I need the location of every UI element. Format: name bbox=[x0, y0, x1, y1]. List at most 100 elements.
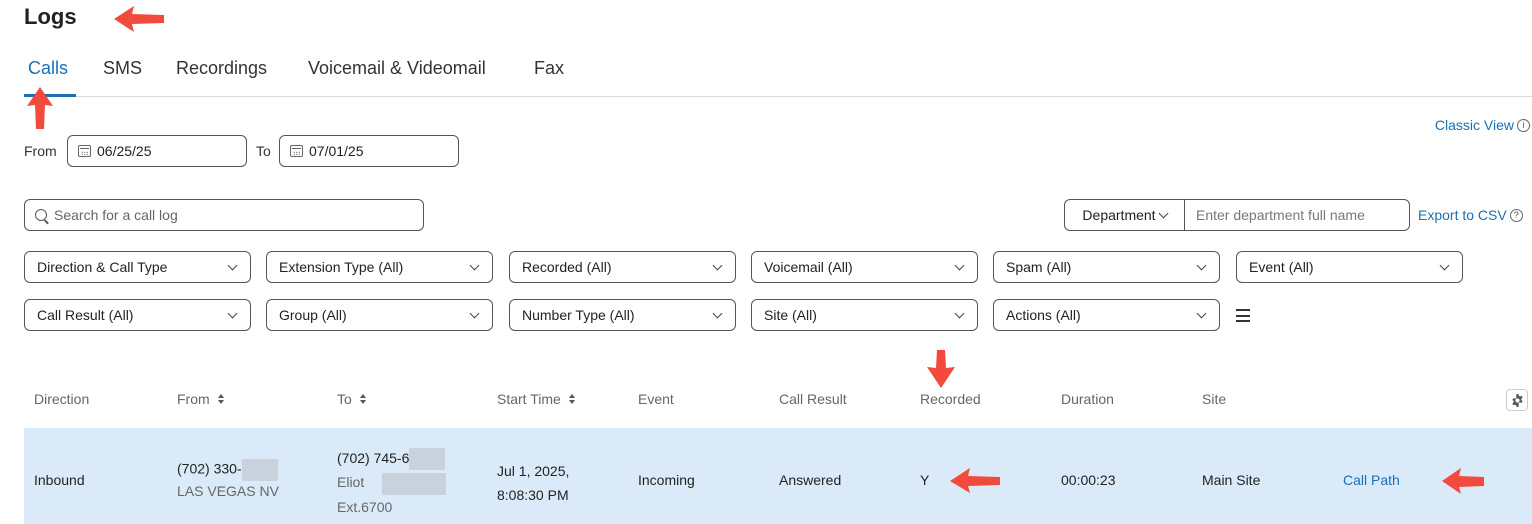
redacted-block bbox=[409, 448, 446, 471]
cell-recorded: Y bbox=[920, 472, 930, 488]
search-icon bbox=[35, 209, 47, 221]
filter-label: Site (All) bbox=[764, 307, 817, 323]
filter-actions[interactable]: Actions (All) bbox=[993, 299, 1220, 331]
cell-event: Incoming bbox=[638, 472, 695, 488]
start-clock: 8:08:30 PM bbox=[497, 487, 569, 503]
column-header-start-time[interactable]: Start Time bbox=[497, 391, 575, 407]
column-label: Site bbox=[1202, 391, 1227, 407]
column-label: Call Result bbox=[779, 391, 847, 407]
department-select-label: Department bbox=[1082, 207, 1156, 223]
sort-icon[interactable] bbox=[568, 394, 575, 404]
department-input[interactable] bbox=[1185, 200, 1409, 230]
annotation-arrow bbox=[27, 87, 53, 129]
export-csv-label: Export to CSV bbox=[1418, 207, 1507, 223]
sort-icon[interactable] bbox=[359, 394, 366, 404]
filter-extension-type[interactable]: Extension Type (All) bbox=[266, 251, 493, 283]
to-number: (702) 745-6 bbox=[337, 450, 410, 466]
annotation-arrow bbox=[1442, 468, 1484, 494]
filter-voicemail[interactable]: Voicemail (All) bbox=[751, 251, 978, 283]
page-title: Logs bbox=[24, 4, 77, 29]
chevron-down-icon bbox=[1196, 308, 1207, 318]
cell-direction: Inbound bbox=[34, 472, 85, 488]
annotation-arrow bbox=[950, 468, 1000, 493]
filter-direction-call-type[interactable]: Direction & Call Type bbox=[24, 251, 251, 283]
filter-label: Spam (All) bbox=[1006, 259, 1072, 275]
tab-fax[interactable]: Fax bbox=[534, 58, 564, 79]
to-extension: Ext.6700 bbox=[337, 498, 393, 515]
search-input[interactable] bbox=[54, 207, 394, 223]
chevron-down-icon bbox=[712, 260, 723, 270]
filter-recorded[interactable]: Recorded (All) bbox=[509, 251, 736, 283]
column-label: To bbox=[337, 391, 352, 407]
department-filter: Department bbox=[1064, 199, 1410, 231]
from-date-value: 06/25/25 bbox=[97, 143, 152, 159]
column-header-duration: Duration bbox=[1061, 391, 1114, 407]
column-label: Event bbox=[638, 391, 674, 407]
filter-label: Voicemail (All) bbox=[764, 259, 853, 275]
cell-start-time: Jul 1, 2025, 8:08:30 PM bbox=[497, 459, 569, 507]
filter-site[interactable]: Site (All) bbox=[751, 299, 978, 331]
calendar-icon bbox=[78, 145, 91, 157]
search-box bbox=[24, 199, 424, 231]
tab-voicemail-videomail[interactable]: Voicemail & Videomail bbox=[308, 58, 486, 79]
column-label: From bbox=[177, 391, 210, 407]
from-label: From bbox=[24, 143, 57, 159]
column-header-to[interactable]: To bbox=[337, 391, 366, 407]
column-header-call-result: Call Result bbox=[779, 391, 847, 407]
gear-icon bbox=[1511, 393, 1523, 407]
filter-spam[interactable]: Spam (All) bbox=[993, 251, 1220, 283]
chevron-down-icon bbox=[954, 308, 965, 318]
hamburger-menu-icon[interactable] bbox=[1236, 309, 1250, 322]
cell-from: (702) 330- LAS VEGAS NV bbox=[177, 459, 279, 499]
column-settings-button[interactable] bbox=[1506, 389, 1528, 411]
chevron-down-icon bbox=[1158, 208, 1169, 218]
export-csv-link[interactable]: Export to CSV ? bbox=[1418, 207, 1523, 223]
annotation-arrow bbox=[114, 6, 164, 32]
filter-label: Event (All) bbox=[1249, 259, 1314, 275]
cell-to: (702) 745-6 Eliot Ext.6700 bbox=[337, 446, 447, 519]
filter-number-type[interactable]: Number Type (All) bbox=[509, 299, 736, 331]
call-path-link[interactable]: Call Path bbox=[1343, 472, 1400, 488]
filter-event[interactable]: Event (All) bbox=[1236, 251, 1463, 283]
filter-label: Direction & Call Type bbox=[37, 259, 168, 275]
column-header-event: Event bbox=[638, 391, 674, 407]
department-select[interactable]: Department bbox=[1065, 200, 1185, 230]
info-icon: i bbox=[1517, 118, 1530, 132]
filter-label: Number Type (All) bbox=[522, 307, 635, 323]
cell-duration: 00:00:23 bbox=[1061, 472, 1116, 488]
from-location: LAS VEGAS NV bbox=[177, 483, 279, 499]
chevron-down-icon bbox=[469, 308, 480, 318]
to-date-value: 07/01/25 bbox=[309, 143, 364, 159]
classic-view-label: Classic View bbox=[1434, 117, 1514, 133]
tabs-bar: Calls SMS Recordings Voicemail & Videoma… bbox=[24, 56, 1532, 97]
redacted-block bbox=[241, 459, 278, 481]
column-header-recorded: Recorded bbox=[920, 391, 981, 407]
column-header-site: Site bbox=[1202, 391, 1226, 407]
cell-site: Main Site bbox=[1202, 472, 1261, 488]
to-date-input[interactable]: 07/01/25 bbox=[279, 135, 459, 167]
classic-view-link[interactable]: Classic View i bbox=[1435, 117, 1530, 133]
chevron-down-icon bbox=[1439, 260, 1450, 270]
chevron-down-icon bbox=[227, 260, 238, 270]
chevron-down-icon bbox=[227, 308, 238, 318]
column-header-direction: Direction bbox=[34, 391, 89, 407]
filter-group[interactable]: Group (All) bbox=[266, 299, 493, 331]
redacted-block bbox=[382, 472, 447, 495]
from-date-input[interactable]: 06/25/25 bbox=[67, 135, 247, 167]
tab-recordings[interactable]: Recordings bbox=[176, 58, 267, 79]
filter-label: Call Result (All) bbox=[37, 307, 134, 323]
filter-label: Group (All) bbox=[279, 307, 347, 323]
from-number: (702) 330- bbox=[177, 460, 242, 477]
chevron-down-icon bbox=[954, 260, 965, 270]
column-label: Direction bbox=[34, 391, 90, 407]
tab-sms[interactable]: SMS bbox=[103, 58, 142, 79]
column-header-from[interactable]: From bbox=[177, 391, 224, 407]
chevron-down-icon bbox=[712, 308, 723, 318]
sort-icon[interactable] bbox=[217, 394, 224, 404]
filter-label: Recorded (All) bbox=[522, 259, 612, 275]
table-row[interactable]: Inbound (702) 330- LAS VEGAS NV (702) 74… bbox=[24, 428, 1532, 524]
tab-calls[interactable]: Calls bbox=[28, 58, 68, 79]
filter-label: Extension Type (All) bbox=[279, 259, 404, 275]
column-label: Start Time bbox=[497, 391, 561, 407]
filter-call-result[interactable]: Call Result (All) bbox=[24, 299, 251, 331]
